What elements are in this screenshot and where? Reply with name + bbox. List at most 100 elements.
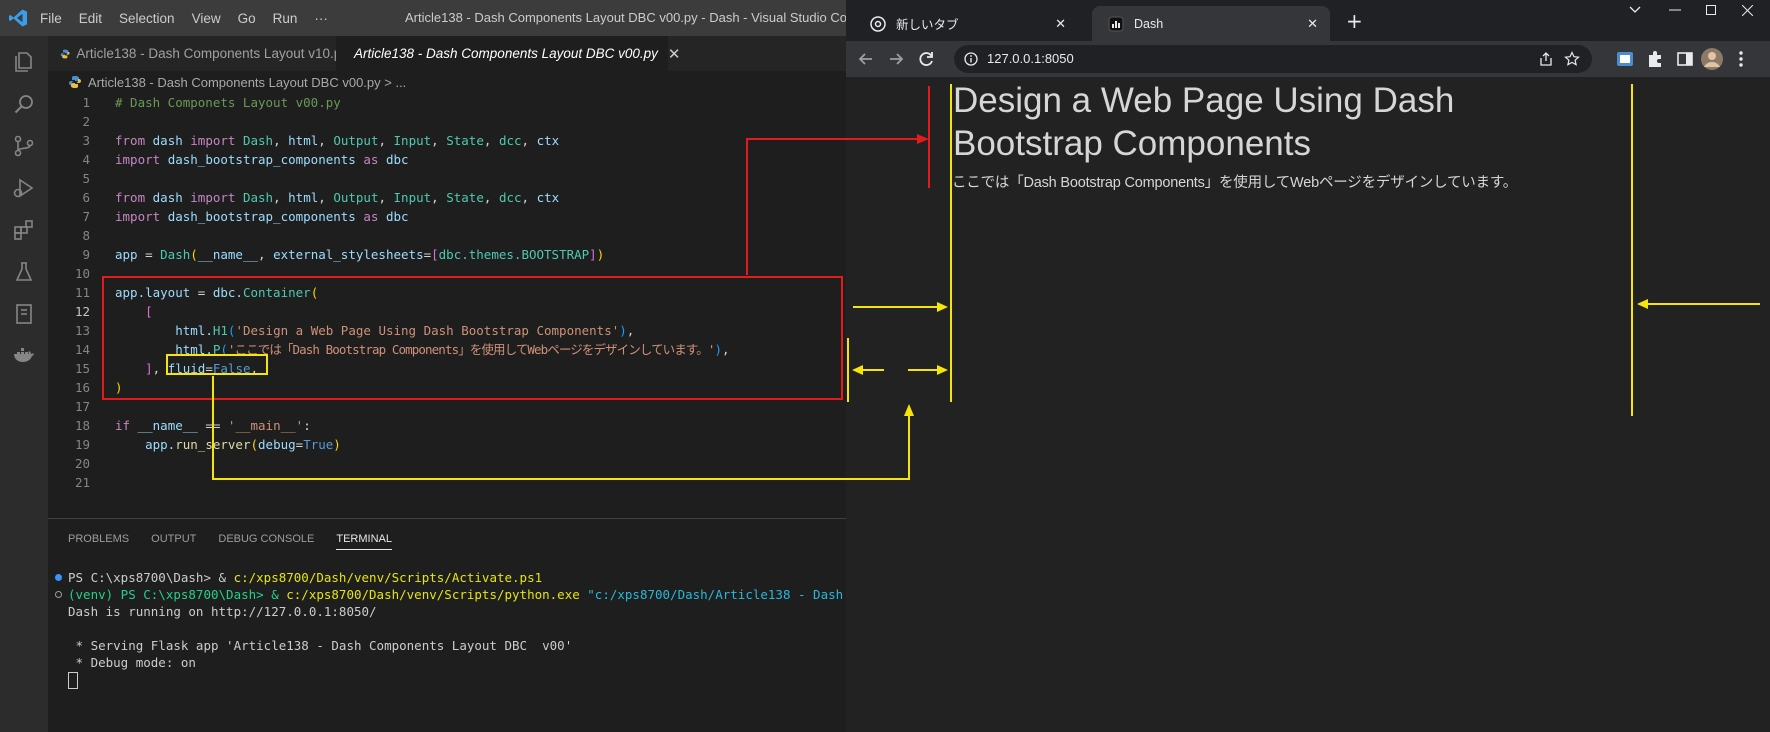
identifier: State [446, 133, 484, 148]
vscode-titlebar: File Edit Selection View Go Run ··· Arti… [0, 0, 846, 36]
new-tab-button[interactable]: + [1346, 9, 1363, 33]
tab-debug-console[interactable]: DEBUG CONSOLE [218, 533, 314, 550]
extensions-puzzle-icon[interactable] [1645, 49, 1665, 69]
chrome-icon [870, 15, 886, 32]
keyword: from [115, 190, 146, 205]
line-number: 6 [82, 190, 90, 205]
terminal-prompt: (venv) PS C:\xps8700\Dash> & [68, 587, 287, 602]
menu-more[interactable]: ··· [314, 11, 328, 26]
extension-translate-icon[interactable] [1615, 49, 1635, 69]
code-text: app = Dash(__name__, external_stylesheet… [115, 247, 605, 262]
line-number: 13 [74, 323, 90, 338]
testing-flask-icon[interactable] [12, 260, 36, 284]
bookmark-star-icon[interactable] [1564, 51, 1580, 67]
identifier: __name__ [137, 418, 198, 433]
share-icon[interactable] [1538, 51, 1554, 67]
code-text: app.run_server(debug=True) [145, 437, 341, 452]
yellow-highlight-box [166, 354, 268, 375]
window-close-icon[interactable] [1724, 0, 1770, 20]
tab-output[interactable]: OUTPUT [151, 533, 196, 550]
run-debug-icon[interactable] [12, 176, 36, 200]
line-number: 11 [74, 285, 90, 300]
browser-window: 新しいタブ ✕ Dash ✕ + 127.0.0.1:8050 Design a… [846, 0, 1770, 732]
identifier: Dash [242, 133, 274, 148]
code-line: 4 import dash_bootstrap_components as dbc [48, 150, 846, 169]
search-icon[interactable] [12, 92, 36, 116]
identifier: Output [333, 190, 379, 205]
close-icon[interactable]: ✕ [1307, 16, 1318, 32]
browser-tab-bar: 新しいタブ ✕ Dash ✕ + [846, 0, 1770, 41]
docker-icon[interactable] [12, 344, 36, 368]
web-page: Design a Web Page Using Dash Bootstrap C… [846, 77, 1770, 732]
command-success-dot-icon [55, 574, 62, 581]
tab-dbc-v00[interactable]: Article138 - Dash Components Layout DBC … [336, 36, 680, 71]
punct: , [318, 190, 334, 205]
tab-dbc-v00-label: Article138 - Dash Components Layout DBC … [354, 46, 658, 61]
more-menu-icon[interactable] [1731, 49, 1751, 69]
tab-terminal[interactable]: TERMINAL [336, 533, 392, 550]
forward-arrow-icon[interactable] [886, 49, 906, 69]
line-number: 19 [74, 437, 90, 452]
line-number: 15 [74, 361, 90, 376]
close-icon[interactable]: ✕ [1055, 16, 1066, 32]
identifier: html [288, 190, 319, 205]
address-bar[interactable]: 127.0.0.1:8050 [954, 45, 1592, 73]
identifier: dash [152, 133, 183, 148]
line-number: 21 [74, 475, 90, 490]
browser-tab-dash[interactable]: Dash ✕ [1092, 6, 1330, 41]
identifier: dbc.themes.BOOTSTRAP [438, 247, 590, 262]
terminal[interactable]: PS C:\xps8700\Dash> & c:/xps8700/Dash/ve… [48, 569, 846, 689]
code-line: 3 from dash import Dash, html, Output, In… [48, 131, 846, 150]
extensions-icon[interactable] [12, 218, 36, 242]
page-paragraph: ここでは「Dash Bootstrap Components」を使用してWebペ… [952, 175, 1518, 191]
menu-run[interactable]: Run [273, 11, 298, 26]
breadcrumb-text[interactable]: Article138 - Dash Components Layout DBC … [88, 75, 406, 90]
explorer-icon[interactable] [12, 50, 36, 74]
punct: , [483, 133, 499, 148]
punct: , [431, 190, 447, 205]
profile-avatar[interactable] [1701, 48, 1723, 70]
source-control-icon[interactable] [12, 134, 36, 158]
code-comment: # Dash Componets Layout v00.py [115, 95, 341, 110]
terminal-line: * Serving Flask app 'Article138 - Dash C… [68, 638, 573, 653]
code-line: 9 app = Dash(__name__, external_styleshee… [48, 245, 846, 264]
line-number: 9 [82, 247, 90, 262]
reload-icon[interactable] [916, 49, 936, 69]
line-number: 1 [82, 95, 90, 110]
line-number: 2 [82, 114, 90, 129]
side-panel-icon[interactable] [1675, 49, 1695, 69]
menu-view[interactable]: View [192, 11, 221, 26]
identifier: html [288, 133, 319, 148]
code-line: 19 app.run_server(debug=True) [48, 435, 846, 454]
line-number: 4 [82, 152, 90, 167]
identifier: __name__ [197, 247, 259, 262]
keyword: if [115, 418, 131, 433]
menu-edit[interactable]: Edit [79, 11, 102, 26]
activity-bar [0, 36, 48, 732]
site-info-icon[interactable] [964, 52, 978, 66]
browser-tab-new[interactable]: 新しいタブ ✕ [854, 6, 1078, 41]
tab-v10[interactable]: Article138 - Dash Components Layout v10.… [48, 36, 348, 71]
tab-problems[interactable]: PROBLEMS [68, 533, 129, 550]
line-number: 3 [82, 133, 90, 148]
remote-explorer-icon[interactable] [12, 302, 36, 326]
punct: , [378, 190, 394, 205]
menu-file[interactable]: File [40, 11, 62, 26]
code-text: import dash_bootstrap_components as dbc [115, 207, 409, 226]
menu-selection[interactable]: Selection [119, 11, 175, 26]
identifier: dbc [385, 152, 409, 167]
menu-bar: File Edit Selection View Go Run ··· [40, 0, 345, 36]
dash-favicon-icon [1108, 16, 1124, 31]
window-title: Article138 - Dash Components Layout DBC … [405, 10, 846, 25]
editor-tabs: Article138 - Dash Components Layout v10.… [48, 36, 846, 71]
back-arrow-icon[interactable] [856, 49, 876, 69]
code-text: from dash import Dash, html, Output, Inp… [115, 188, 559, 207]
close-icon[interactable]: ✕ [668, 45, 681, 63]
code-line: 20 [48, 454, 846, 473]
bottom-panel: PROBLEMS OUTPUT DEBUG CONSOLE TERMINAL P… [48, 518, 846, 732]
menu-go[interactable]: Go [238, 11, 256, 26]
code-line: 7 import dash_bootstrap_components as dbc [48, 207, 846, 226]
punct: , [378, 133, 394, 148]
identifier: Input [393, 190, 432, 205]
identifier: app. [145, 437, 176, 452]
